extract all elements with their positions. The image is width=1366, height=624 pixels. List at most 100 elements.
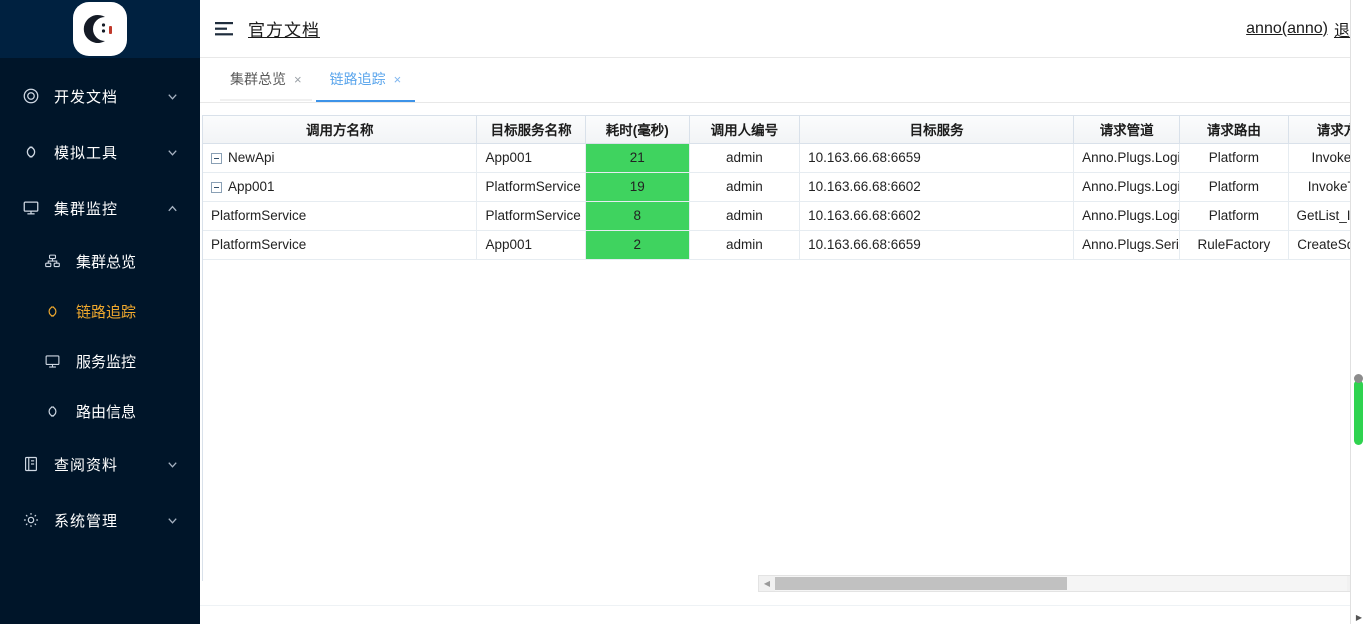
cell-route: Platform xyxy=(1180,201,1288,230)
tab-cluster-overview[interactable]: 集群总览 × xyxy=(216,58,316,102)
chevron-down-icon xyxy=(162,510,182,530)
sidebar-subitem-label: 路由信息 xyxy=(76,401,136,422)
table-row[interactable]: NewApi App001 21 admin 10.163.66.68:6659… xyxy=(203,143,1366,172)
cell-pipeline: Anno.Plugs.Logi xyxy=(1074,201,1180,230)
tab-trace[interactable]: 链路追踪 × xyxy=(316,58,416,102)
tree-collapse-icon[interactable] xyxy=(211,182,222,193)
chevron-down-icon xyxy=(162,142,182,162)
chevron-down-icon xyxy=(162,454,182,474)
cell-cost: 21 xyxy=(585,143,689,172)
cell-pipeline: Anno.Plugs.Logi xyxy=(1074,143,1180,172)
col-header-caller-id[interactable]: 调用人编号 xyxy=(689,116,799,143)
sidebar-item-cluster-monitor[interactable]: 集群监控 xyxy=(0,180,200,236)
hamburger-icon[interactable] xyxy=(206,9,242,49)
cell-cost: 2 xyxy=(585,230,689,259)
sidebar-item-label: 集群监控 xyxy=(54,198,162,219)
cell-caller-id: admin xyxy=(689,172,799,201)
scroll-left-arrow-icon[interactable]: ◀ xyxy=(759,576,775,591)
sidebar-item-label: 查阅资料 xyxy=(54,454,162,475)
tab-bar: 集群总览 × 链路追踪 × xyxy=(200,58,1366,103)
sidebar-subitem-route-info[interactable]: 路由信息 xyxy=(0,386,200,436)
cell-target-service-name: PlatformService xyxy=(477,172,585,201)
col-header-cost[interactable]: 耗时(毫秒) xyxy=(585,116,689,143)
sidebar-subitem-service-monitor[interactable]: 服务监控 xyxy=(0,336,200,386)
col-header-route[interactable]: 请求路由 xyxy=(1180,116,1288,143)
link-nodes-icon xyxy=(42,301,62,321)
book-icon xyxy=(20,453,42,475)
cell-caller: App001 xyxy=(203,172,477,201)
link-nodes-icon xyxy=(42,401,62,421)
grid-horizontal-scrollbar[interactable]: ◀ ▶ xyxy=(758,575,1364,592)
monitor-icon xyxy=(20,197,42,219)
main-content: 调用方名称 目标服务名称 耗时(毫秒) 调用人编号 目标服务 请求管道 请求路由… xyxy=(200,103,1366,624)
hscroll-track[interactable] xyxy=(775,576,1347,591)
sidebar-logo-bar xyxy=(0,0,200,58)
vscroll-thumb[interactable] xyxy=(1354,380,1363,445)
cell-caller: NewApi xyxy=(203,143,477,172)
trace-grid-container[interactable]: 调用方名称 目标服务名称 耗时(毫秒) 调用人编号 目标服务 请求管道 请求路由… xyxy=(202,115,1366,581)
tab-label: 集群总览 xyxy=(230,69,286,89)
table-row[interactable]: PlatformService App001 2 admin 10.163.66… xyxy=(203,230,1366,259)
monitor-icon xyxy=(42,351,62,371)
top-header: 官方文档 anno(anno) 退出 xyxy=(200,0,1366,58)
cell-route: RuleFactory xyxy=(1180,230,1288,259)
close-icon[interactable]: × xyxy=(294,73,302,86)
scroll-down-arrow-icon[interactable]: ▶ xyxy=(1351,613,1366,622)
table-row[interactable]: App001 PlatformService 19 admin 10.163.6… xyxy=(203,172,1366,201)
cell-caller-id: admin xyxy=(689,230,799,259)
cell-caller-text: App001 xyxy=(228,179,275,194)
bottom-divider xyxy=(200,605,1350,606)
app-root: 开发文档 模拟工具 xyxy=(0,0,1366,624)
cell-pipeline: Anno.Plugs.Seria xyxy=(1074,230,1180,259)
header-user-area: anno(anno) 退出 xyxy=(1246,17,1366,41)
cell-route: Platform xyxy=(1180,172,1288,201)
close-icon[interactable]: × xyxy=(394,73,402,86)
sidebar-item-mock-tools[interactable]: 模拟工具 xyxy=(0,124,200,180)
cell-target-service-name: App001 xyxy=(477,143,585,172)
cluster-icon xyxy=(42,251,62,271)
sidebar-subitem-label: 服务监控 xyxy=(76,351,136,372)
page-vertical-scrollbar[interactable]: ▶ xyxy=(1350,0,1366,624)
tab-label: 链路追踪 xyxy=(330,69,386,89)
sidebar-subitem-trace[interactable]: 链路追踪 xyxy=(0,286,200,336)
chevron-up-icon xyxy=(162,198,182,218)
sidebar-item-label: 开发文档 xyxy=(54,86,162,107)
sidebar-item-label: 模拟工具 xyxy=(54,142,162,163)
cell-cost: 8 xyxy=(585,201,689,230)
cell-caller: PlatformService xyxy=(203,201,477,230)
cell-caller-id: admin xyxy=(689,201,799,230)
cell-target: 10.163.66.68:6659 xyxy=(800,230,1074,259)
col-header-pipeline[interactable]: 请求管道 xyxy=(1074,116,1180,143)
hscroll-thumb[interactable] xyxy=(775,577,1067,590)
sidebar-item-system-management[interactable]: 系统管理 xyxy=(0,492,200,548)
sidebar-item-dev-docs[interactable]: 开发文档 xyxy=(0,68,200,124)
sidebar-subitem-label: 链路追踪 xyxy=(76,301,136,322)
sidebar-item-label: 系统管理 xyxy=(54,510,162,531)
col-header-target-service-name[interactable]: 目标服务名称 xyxy=(477,116,585,143)
chevron-down-icon xyxy=(162,86,182,106)
link-nodes-icon xyxy=(20,141,42,163)
cell-target: 10.163.66.68:6659 xyxy=(800,143,1074,172)
grid-header-row: 调用方名称 目标服务名称 耗时(毫秒) 调用人编号 目标服务 请求管道 请求路由… xyxy=(203,116,1366,143)
sidebar-subitem-label: 集群总览 xyxy=(76,251,136,272)
trace-grid: 调用方名称 目标服务名称 耗时(毫秒) 调用人编号 目标服务 请求管道 请求路由… xyxy=(203,116,1366,260)
target-icon xyxy=(20,85,42,107)
tree-collapse-icon[interactable] xyxy=(211,153,222,164)
app-logo[interactable] xyxy=(73,2,127,56)
sidebar-subitem-cluster-overview[interactable]: 集群总览 xyxy=(0,236,200,286)
cell-caller-id: admin xyxy=(689,143,799,172)
current-user-link[interactable]: anno(anno) xyxy=(1246,20,1328,38)
cell-caller-text: NewApi xyxy=(228,150,275,165)
official-docs-link[interactable]: 官方文档 xyxy=(248,16,320,41)
cell-target: 10.163.66.68:6602 xyxy=(800,172,1074,201)
app-logo-mark xyxy=(83,12,117,46)
cell-cost: 19 xyxy=(585,172,689,201)
cell-pipeline: Anno.Plugs.Logi xyxy=(1074,172,1180,201)
table-row[interactable]: PlatformService PlatformService 8 admin … xyxy=(203,201,1366,230)
gear-icon xyxy=(20,509,42,531)
col-header-caller[interactable]: 调用方名称 xyxy=(203,116,477,143)
sidebar-item-references[interactable]: 查阅资料 xyxy=(0,436,200,492)
cell-route: Platform xyxy=(1180,143,1288,172)
cell-caller: PlatformService xyxy=(203,230,477,259)
col-header-target[interactable]: 目标服务 xyxy=(800,116,1074,143)
